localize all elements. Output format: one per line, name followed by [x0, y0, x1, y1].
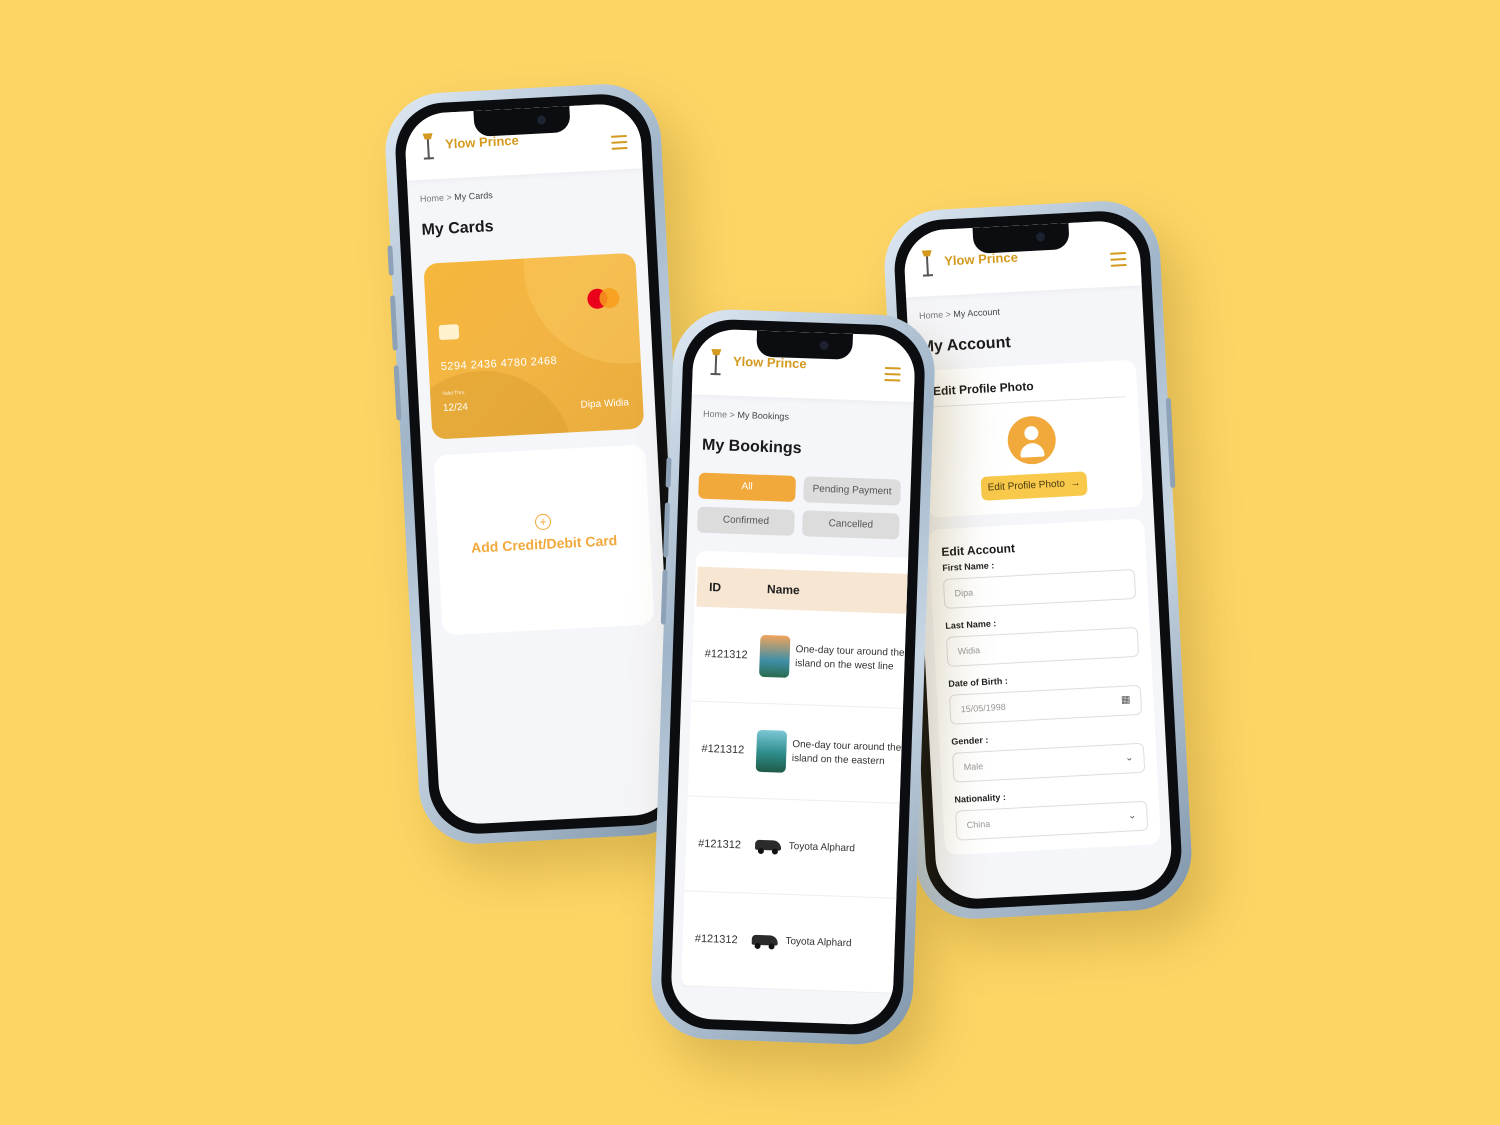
edit-profile-photo-button[interactable]: Edit Profile Photo →	[980, 471, 1088, 501]
brand-name[interactable]: Ylow Prince	[944, 250, 1018, 269]
breadcrumb-home[interactable]: Home	[420, 193, 445, 204]
brand-name[interactable]: Ylow Prince	[445, 133, 519, 152]
page-title: My Account	[920, 334, 1012, 356]
gender-select[interactable]: Male ⌄	[951, 742, 1146, 783]
breadcrumb-current: My Account	[953, 306, 1001, 320]
table-row[interactable]: #121312 Toyota Alphard	[681, 891, 897, 994]
phone-my-bookings: Ylow Prince Home > My Bookings My Bookin…	[649, 307, 937, 1047]
tour-thumbnail	[758, 634, 791, 678]
table-row[interactable]: #121312 Toyota Alphard	[684, 796, 900, 899]
filter-cancelled[interactable]: Cancelled	[801, 510, 900, 540]
booking-id: #121312	[694, 932, 738, 947]
credit-card[interactable]: 5294 2436 4780 2468 Valid Thru 12/24 Dip…	[423, 252, 645, 440]
filter-all[interactable]: All	[698, 472, 797, 502]
hamburger-menu-icon[interactable]	[610, 135, 628, 154]
booking-filters: All Pending Payment Confirmed Cancelled	[696, 472, 901, 540]
logo-icon	[921, 250, 933, 277]
breadcrumb: Home > My Cards	[419, 190, 493, 204]
breadcrumb-current: My Bookings	[737, 409, 790, 422]
account-screen: Ylow Prince Home > My Account My Account…	[902, 219, 1174, 901]
avatar-user-icon	[1006, 414, 1057, 466]
calendar-icon[interactable]: ▦	[1120, 686, 1131, 714]
page-title: My Cards	[421, 218, 494, 239]
filter-pending-payment[interactable]: Pending Payment	[803, 476, 901, 506]
edit-account-panel: Edit Account First Name : Dipa Last Name…	[928, 518, 1162, 856]
table-row[interactable]: #121312 One-day tour around the island o…	[691, 606, 907, 709]
section-heading: Edit Profile Photo	[932, 374, 1126, 408]
hamburger-menu-icon[interactable]	[884, 367, 901, 386]
card-expiry: 12/24	[442, 401, 469, 414]
card-number: 5294 2436 4780 2468	[440, 354, 558, 374]
edit-photo-panel: Edit Profile Photo Edit Profile Photo →	[919, 359, 1144, 518]
booking-id: #121312	[701, 742, 745, 757]
bookings-table: ID Name #121312 One-day tour around the …	[681, 550, 909, 994]
car-icon	[752, 838, 783, 855]
breadcrumb-current: My Cards	[453, 190, 493, 203]
table-row[interactable]: #121312 One-day tour around the island o…	[687, 701, 903, 804]
breadcrumb: Home > My Account	[918, 306, 1001, 321]
column-id: ID	[708, 580, 722, 595]
phone-my-cards: Ylow Prince Home > My Cards My Cards 529…	[382, 81, 698, 847]
car-icon	[749, 933, 780, 950]
valid-thru-label: Valid Thru	[442, 389, 465, 398]
breadcrumb-home[interactable]: Home	[919, 310, 944, 321]
booking-id: #121312	[697, 837, 742, 852]
card-chip-icon	[438, 324, 460, 341]
mastercard-logo-icon	[586, 287, 624, 311]
breadcrumb-home[interactable]: Home	[703, 409, 727, 420]
chevron-down-icon: ⌄	[1124, 752, 1134, 764]
booking-name: Toyota Alphard	[785, 935, 852, 950]
booking-name: One-day tour around the island on the we…	[794, 644, 905, 675]
page-title: My Bookings	[701, 436, 802, 458]
cards-screen: Ylow Prince Home > My Cards My Cards 529…	[403, 102, 677, 826]
chevron-down-icon: ⌄	[1127, 810, 1137, 822]
phone-my-account: Ylow Prince Home > My Account My Account…	[881, 198, 1195, 922]
booking-id: #121312	[704, 647, 748, 662]
logo-icon	[710, 348, 722, 376]
booking-name: One-day tour around the island on the ea…	[791, 739, 902, 770]
breadcrumb: Home > My Bookings	[702, 408, 790, 422]
add-card-label: Add Credit/Debit Card	[470, 532, 618, 556]
logo-icon	[422, 133, 434, 160]
plus-circle-icon: +	[534, 513, 552, 531]
nationality-select[interactable]: China ⌄	[955, 800, 1149, 841]
first-name-field[interactable]: Dipa	[942, 568, 1137, 609]
card-holder: Dipa Widia	[580, 397, 630, 411]
tour-thumbnail	[755, 729, 787, 773]
dob-field[interactable]: 15/05/1998 ▦	[948, 684, 1143, 725]
filter-confirmed[interactable]: Confirmed	[696, 506, 795, 536]
last-name-field[interactable]: Widia	[945, 626, 1140, 667]
bookings-screen: Ylow Prince Home > My Bookings My Bookin…	[670, 328, 916, 1026]
arrow-right-icon: →	[1067, 477, 1081, 490]
add-card-button[interactable]: + Add Credit/Debit Card	[433, 444, 655, 636]
column-name: Name	[766, 582, 800, 598]
hamburger-menu-icon[interactable]	[1110, 251, 1127, 271]
booking-name: Toyota Alphard	[788, 840, 856, 855]
